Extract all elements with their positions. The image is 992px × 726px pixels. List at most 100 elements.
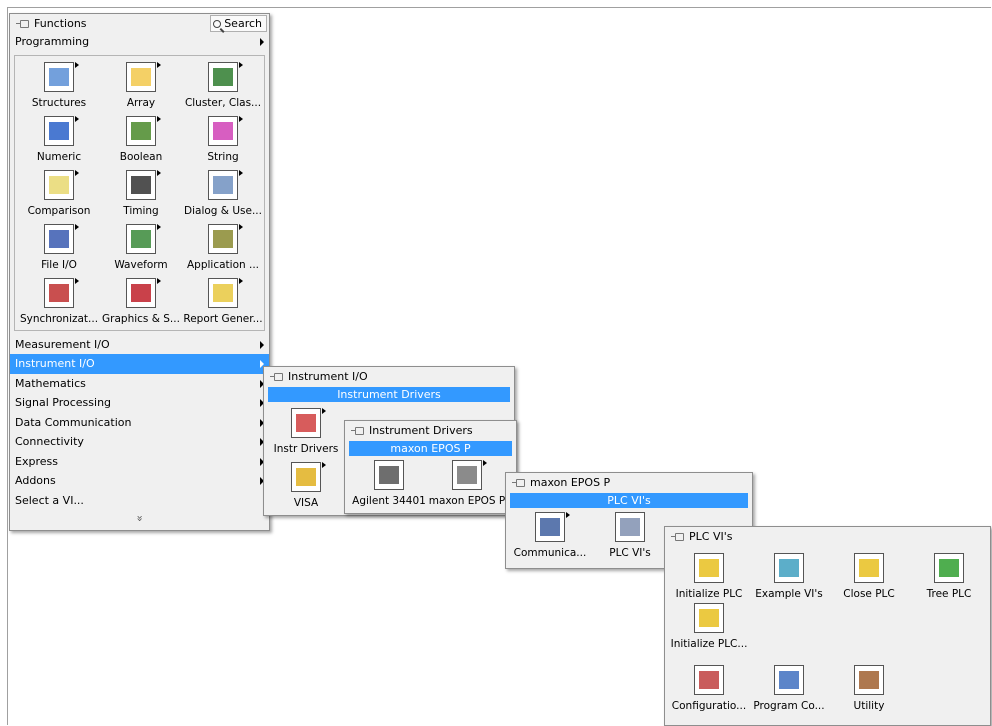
palette-item-label: maxon EPOS P <box>428 495 506 507</box>
palette-item-label: Boolean <box>119 150 163 163</box>
palette-item[interactable]: Example VI's <box>749 553 829 600</box>
application-icon <box>208 223 243 254</box>
category-instrument-i-o[interactable]: Instrument I/O <box>10 354 269 374</box>
palette-item[interactable]: Structures <box>17 61 101 109</box>
palette-item[interactable]: VISA <box>266 462 346 509</box>
icon-glyph <box>540 518 560 536</box>
configuration-icon <box>694 665 724 695</box>
search-button[interactable]: Search <box>210 15 267 32</box>
instr-drivers-icon <box>291 408 326 438</box>
submenu-arrow-icon <box>260 340 264 349</box>
palette-item[interactable]: Waveform <box>99 223 183 271</box>
functions-title: Functions <box>34 17 87 30</box>
instrument-drivers-titlebar: Instrument Drivers <box>345 421 516 441</box>
instrument-drivers-palette: Instrument Drivers maxon EPOS P Agilent … <box>344 420 517 514</box>
icon-glyph <box>699 559 719 577</box>
palette-item[interactable]: maxon EPOS P <box>427 460 507 507</box>
palette-item[interactable]: Application ... <box>181 223 265 271</box>
palette-item[interactable]: Program Co... <box>749 665 829 712</box>
category-programming[interactable]: Programming <box>10 32 269 52</box>
plc-vis-title: PLC VI's <box>689 530 733 543</box>
palette-item[interactable]: Timing <box>99 169 183 217</box>
pin-icon[interactable] <box>16 18 29 30</box>
palette-item-label: Close PLC <box>843 588 895 600</box>
icon-glyph <box>699 609 719 627</box>
palette-item-label: Synchronizat... <box>19 312 99 325</box>
file-io-icon <box>44 223 79 254</box>
icon-glyph <box>131 67 151 86</box>
palette-item[interactable]: Comparison <box>17 169 101 217</box>
instrument-drivers-bar[interactable]: Instrument Drivers <box>268 387 510 402</box>
palette-item-label: Report Gener... <box>183 312 263 325</box>
category-signal-processing[interactable]: Signal Processing <box>10 393 269 413</box>
category-connectivity[interactable]: Connectivity <box>10 432 269 452</box>
instrument-io-title: Instrument I/O <box>288 370 368 383</box>
palette-item-label: Program Co... <box>753 700 825 712</box>
search-label: Search <box>224 17 262 30</box>
palette-item-label: Graphics & S... <box>102 312 180 325</box>
communication-icon <box>535 512 570 542</box>
palette-item-label: Dialog & Use... <box>184 204 262 217</box>
plc-vis-bar[interactable]: PLC VI's <box>510 493 748 508</box>
palette-item[interactable]: Tree PLC <box>909 553 989 600</box>
pin-icon[interactable] <box>351 425 364 437</box>
submenu-arrow-icon <box>260 38 264 46</box>
palette-item-label: Array <box>126 96 156 109</box>
icon-glyph <box>457 466 477 484</box>
palette-item[interactable]: Instr Drivers <box>266 408 346 455</box>
palette-item[interactable]: File I/O <box>17 223 101 271</box>
expand-more-icon[interactable]: » <box>133 513 146 525</box>
palette-item-label: Tree PLC <box>926 588 972 600</box>
icon-glyph <box>779 671 799 689</box>
timing-icon <box>126 169 161 200</box>
maxon-epos-bar[interactable]: maxon EPOS P <box>349 441 512 456</box>
category-addons[interactable]: Addons <box>10 471 269 491</box>
palette-item[interactable]: Initialize PLC <box>669 553 749 600</box>
palette-item-label: Comparison <box>27 204 91 217</box>
category-mathematics[interactable]: Mathematics <box>10 374 269 394</box>
icon-glyph <box>49 283 69 302</box>
palette-item[interactable]: String <box>181 115 265 163</box>
palette-item[interactable]: Communica... <box>510 512 590 559</box>
palette-item[interactable]: Agilent 34401 <box>349 460 429 507</box>
palette-item[interactable]: Close PLC <box>829 553 909 600</box>
icon-glyph <box>49 175 69 194</box>
tree-plc-icon <box>934 553 964 583</box>
category-select-a-vi[interactable]: Select a VI... <box>10 491 269 511</box>
icon-glyph <box>131 175 151 194</box>
palette-item[interactable]: Configuratio... <box>669 665 749 712</box>
utility-icon <box>854 665 884 695</box>
palette-item[interactable]: Synchronizat... <box>17 277 101 325</box>
palette-item[interactable]: Graphics & S... <box>99 277 183 325</box>
pin-icon[interactable] <box>512 477 525 489</box>
icon-glyph <box>213 67 233 86</box>
palette-item[interactable]: Utility <box>829 665 909 712</box>
palette-item-label: VISA <box>293 497 319 509</box>
palette-item[interactable]: Numeric <box>17 115 101 163</box>
cluster-icon <box>208 61 243 92</box>
visa-icon <box>291 462 326 492</box>
palette-item[interactable]: PLC VI's <box>590 512 670 559</box>
palette-item-label: Configuratio... <box>671 700 747 712</box>
palette-item-label: Initialize PLC... <box>670 638 748 650</box>
category-measurement-i-o[interactable]: Measurement I/O <box>10 335 269 355</box>
palette-item[interactable]: Initialize PLC... <box>669 603 749 650</box>
search-icon <box>213 19 222 28</box>
palette-item[interactable]: Boolean <box>99 115 183 163</box>
functions-titlebar: Functions Search <box>10 14 269 34</box>
icon-glyph <box>213 121 233 140</box>
icon-glyph <box>49 121 69 140</box>
agilent-icon <box>374 460 404 490</box>
pin-icon[interactable] <box>671 531 684 543</box>
icon-glyph <box>859 671 879 689</box>
palette-item[interactable]: Array <box>99 61 183 109</box>
palette-item[interactable]: Report Gener... <box>181 277 265 325</box>
palette-item[interactable]: Cluster, Clas... <box>181 61 265 109</box>
category-data-communication[interactable]: Data Communication <box>10 413 269 433</box>
palette-item[interactable]: Dialog & Use... <box>181 169 265 217</box>
category-express[interactable]: Express <box>10 452 269 472</box>
program-control-icon <box>774 665 804 695</box>
icon-glyph <box>939 559 959 577</box>
icon-glyph <box>296 468 316 486</box>
pin-icon[interactable] <box>270 371 283 383</box>
